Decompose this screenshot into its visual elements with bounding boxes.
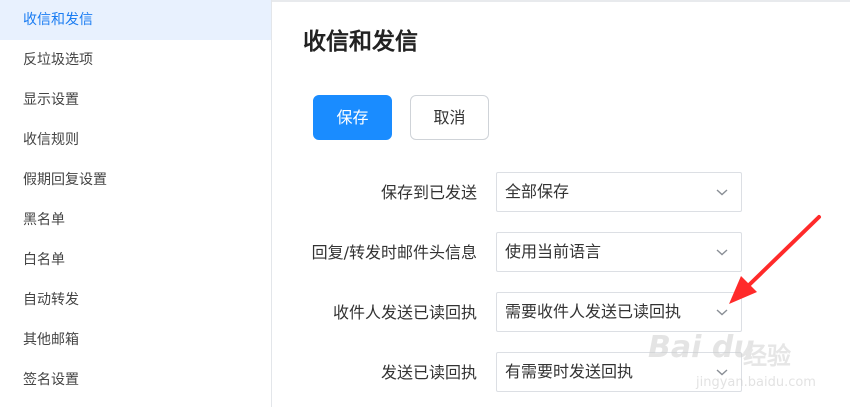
sidebar-item-display-settings[interactable]: 显示设置 [0, 80, 271, 120]
chevron-down-icon [716, 249, 728, 256]
read-receipt-request-select[interactable]: 需要收件人发送已读回执 [496, 292, 742, 332]
save-to-sent-label: 保存到已发送 [380, 183, 477, 202]
sidebar-item-anti-spam[interactable]: 反垃圾选项 [0, 40, 271, 80]
reply-header-label: 回复/转发时邮件头信息 [311, 243, 477, 262]
read-receipt-request-value: 需要收件人发送已读回执 [505, 302, 682, 321]
chevron-down-icon [716, 189, 728, 196]
sidebar-item-other-mailbox[interactable]: 其他邮箱 [0, 320, 271, 360]
reply-header-value: 使用当前语言 [505, 242, 602, 261]
watermark-text: 经验 [743, 342, 791, 370]
save-to-sent-select[interactable]: 全部保存 [496, 172, 742, 212]
cancel-button[interactable]: 取消 [410, 95, 489, 140]
send-read-receipt-label: 发送已读回执 [380, 363, 477, 382]
sidebar-item-blacklist[interactable]: 黑名单 [0, 200, 271, 240]
sidebar-item-signature[interactable]: 签名设置 [0, 360, 271, 400]
chevron-down-icon [716, 309, 728, 316]
save-to-sent-value: 全部保存 [505, 182, 570, 201]
read-receipt-request-label: 收件人发送已读回执 [332, 303, 477, 322]
sidebar-item-auto-forward[interactable]: 自动转发 [0, 280, 271, 320]
sidebar-item-receive-rules[interactable]: 收信规则 [0, 120, 271, 160]
sidebar-item-send-receive[interactable]: 收信和发信 [0, 0, 271, 40]
settings-page: 收信和发信 反垃圾选项 显示设置 收信规则 假期回复设置 黑名单 白名单 自动转… [0, 0, 850, 407]
page-title: 收信和发信 [303, 29, 418, 55]
sidebar-item-whitelist[interactable]: 白名单 [0, 240, 271, 280]
reply-header-select[interactable]: 使用当前语言 [496, 232, 742, 272]
settings-sidebar: 收信和发信 反垃圾选项 显示设置 收信规则 假期回复设置 黑名单 白名单 自动转… [0, 0, 272, 407]
send-read-receipt-select[interactable]: 有需要时发送回执 [496, 352, 742, 392]
send-read-receipt-value: 有需要时发送回执 [505, 362, 634, 381]
chevron-down-icon [716, 369, 728, 376]
sidebar-item-vacation-reply[interactable]: 假期回复设置 [0, 160, 271, 200]
save-button[interactable]: 保存 [313, 95, 392, 140]
